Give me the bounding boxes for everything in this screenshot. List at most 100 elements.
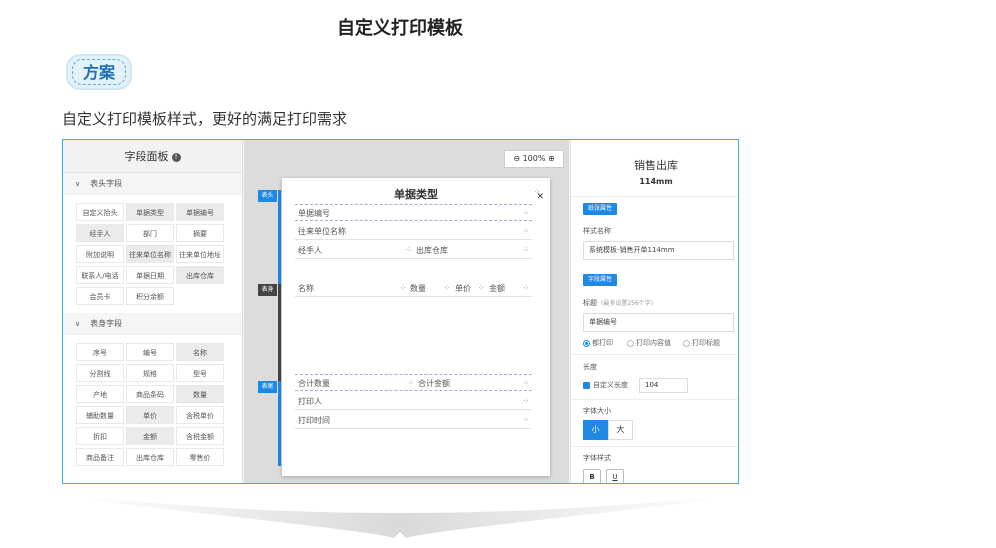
custom-length-checkbox[interactable] — [583, 382, 590, 389]
doc-row-printer[interactable]: 打印人 ⁘ — [295, 393, 532, 410]
field-chip[interactable]: 单据类型 — [126, 203, 174, 221]
doc-row-label: 出库仓库 — [416, 246, 448, 255]
radio-icon — [683, 339, 690, 347]
field-chip[interactable]: 单价 — [126, 406, 174, 424]
doc-row-label: 打印人 — [298, 397, 322, 406]
field-chip[interactable]: 出库仓库 — [126, 448, 174, 466]
section-body-fields[interactable]: ∨ 表身字段 — [63, 313, 242, 335]
field-chip[interactable]: 含税单价 — [176, 406, 224, 424]
field-chip[interactable]: 零售价 — [176, 448, 224, 466]
close-icon[interactable]: ✕ — [536, 192, 544, 202]
doc-row-number[interactable]: 单据编号 ⁘ — [295, 204, 532, 221]
doc-title[interactable]: 单据类型 — [282, 186, 550, 202]
doc-row-label: 往来单位名称 — [298, 227, 346, 236]
field-chip[interactable]: 自定义抬头 — [76, 203, 124, 221]
bold-button[interactable]: B — [583, 469, 601, 483]
field-chip[interactable]: 分割线 — [76, 364, 124, 382]
field-chip[interactable]: 往来单位名称 — [126, 245, 174, 263]
drag-handle-icon[interactable]: ⁘ — [444, 280, 450, 297]
paper-attr-tag[interactable]: 纸张属性 — [583, 203, 618, 215]
underline-button[interactable]: U — [606, 469, 624, 483]
section-tag-header[interactable]: 表头 — [258, 190, 277, 202]
doc-body-columns[interactable]: 名称 ⁘ 数量 ⁘ 单价 ⁘ 金额 ⁘ — [295, 280, 532, 297]
drag-handle-icon[interactable]: ⁘ — [523, 412, 529, 429]
field-chip[interactable]: 单据编号 — [176, 203, 224, 221]
drag-handle-icon[interactable]: ⁘ — [400, 280, 406, 297]
chevron-down-icon: ∨ — [75, 320, 81, 328]
drag-handle-icon[interactable]: ⁘ — [523, 393, 529, 410]
field-chip[interactable]: 产地 — [76, 385, 124, 403]
caption-label-text: 标题 — [583, 299, 597, 307]
section-body-label: 表身字段 — [90, 319, 123, 328]
body-field-grid: 序号 编号 名称分割线 规格 型号产地 商品条码 数量辅助数量 单价 含税单价折扣 金额 含税金额商… — [63, 335, 242, 474]
drag-handle-icon[interactable]: ⁘ — [523, 242, 529, 259]
field-chip[interactable]: 经手人 — [76, 224, 124, 242]
document-preview: 单据类型 ⁘ ✕ 单据编号 ⁘ 往来单位名称 ⁘ 经手人 ⁘ 出库仓库 ⁘ 名称… — [282, 178, 550, 476]
length-label: 长度 — [583, 363, 597, 371]
field-chip[interactable]: 往来单位地址 — [176, 245, 224, 263]
custom-length-label: 自定义长度 — [593, 381, 628, 389]
drag-handle-icon[interactable]: ⁘ — [523, 205, 529, 222]
drag-handle-icon[interactable]: ⁘ — [523, 223, 529, 240]
style-name-input[interactable]: 系统模板-销售开单114mm — [583, 241, 734, 260]
zoom-level: 100% — [522, 154, 546, 163]
zoom-control[interactable]: ⊖ 100% ⊕ — [504, 150, 564, 168]
page-title: 自定义打印模板 — [337, 18, 463, 39]
info-icon[interactable]: ! — [171, 152, 181, 162]
doc-row-label: 合计金额 — [418, 379, 450, 388]
radio-print-title[interactable]: 打印标题 — [683, 338, 720, 348]
drag-handle-icon[interactable]: ⁘ — [523, 375, 529, 392]
field-chip[interactable]: 商品备注 — [76, 448, 124, 466]
field-chip[interactable]: 规格 — [126, 364, 174, 382]
section-header-fields[interactable]: ∨ 表头字段 — [63, 173, 242, 195]
caption-label: 标题 (最多设置256个字) — [583, 298, 653, 308]
field-chip[interactable]: 联系人/电话 — [76, 266, 124, 284]
field-chip[interactable]: 辅助数量 — [76, 406, 124, 424]
editor-screenshot: 字段面板! ∨ 表头字段 自定义抬头 单据类型 单据编号 经手人 部门 摘要 附加说明 往来单位… — [62, 139, 739, 484]
drag-handle-icon[interactable]: ⁘ — [523, 280, 529, 297]
doc-row-sum[interactable]: 合计数量 ⁘ 合计金额 ⁘ — [295, 374, 532, 391]
drag-handle-icon[interactable]: ⁘ — [408, 375, 414, 392]
body-col-label: 单价 — [455, 284, 471, 293]
field-chip[interactable]: 部门 — [126, 224, 174, 242]
field-chip[interactable]: 出库仓库 — [176, 266, 224, 284]
field-chip[interactable]: 会员卡 — [76, 287, 124, 305]
field-chip[interactable]: 数量 — [176, 385, 224, 403]
section-tag-footer[interactable]: 表尾 — [258, 381, 277, 393]
field-panel: 字段面板! ∨ 表头字段 自定义抬头 单据类型 单据编号 经手人 部门 摘要 附加说明 往来单位… — [63, 140, 243, 483]
divider — [571, 196, 738, 197]
font-size-small[interactable]: 小 — [583, 420, 608, 440]
field-chip[interactable]: 型号 — [176, 364, 224, 382]
paper-size: 114mm — [639, 177, 673, 186]
zoom-in-icon[interactable]: ⊕ — [548, 154, 555, 163]
font-size-large[interactable]: 大 — [608, 420, 633, 440]
field-chip[interactable]: 编号 — [126, 343, 174, 361]
radio-label: 打印内容值 — [636, 339, 671, 347]
field-chip[interactable]: 折扣 — [76, 427, 124, 445]
length-input[interactable]: 104 — [639, 378, 688, 393]
field-chip[interactable]: 单据日期 — [126, 266, 174, 284]
doc-row-handler[interactable]: 经手人 ⁘ 出库仓库 ⁘ — [295, 242, 532, 259]
doc-row-partner[interactable]: 往来单位名称 ⁘ — [295, 223, 532, 240]
field-chip[interactable]: 积分余额 — [126, 287, 174, 305]
zoom-out-icon[interactable]: ⊖ — [513, 154, 520, 163]
field-chip[interactable]: 含税金额 — [176, 427, 224, 445]
field-chip[interactable]: 序号 — [76, 343, 124, 361]
drag-handle-icon[interactable]: ⁘ — [406, 242, 412, 259]
radio-print-all[interactable]: 都打印 — [583, 338, 613, 348]
field-chip[interactable]: 金额 — [126, 427, 174, 445]
field-attr-tag[interactable]: 字段属性 — [583, 274, 618, 286]
field-chip[interactable]: 摘要 — [176, 224, 224, 242]
field-chip[interactable]: 附加说明 — [76, 245, 124, 263]
font-size-label: 字体大小 — [583, 407, 611, 415]
field-chip[interactable]: 名称 — [176, 343, 224, 361]
divider — [571, 399, 738, 400]
caption-input[interactable]: 单据编号 — [583, 313, 734, 332]
field-panel-title-text: 字段面板 — [124, 150, 169, 163]
drag-handle-icon[interactable]: ⁘ — [478, 280, 484, 297]
radio-print-value[interactable]: 打印内容值 — [627, 338, 671, 348]
field-chip[interactable]: 商品条码 — [126, 385, 174, 403]
divider — [571, 446, 738, 447]
doc-row-print-time[interactable]: 打印时间 ⁘ — [295, 412, 532, 429]
section-tag-body[interactable]: 表身 — [258, 284, 277, 296]
